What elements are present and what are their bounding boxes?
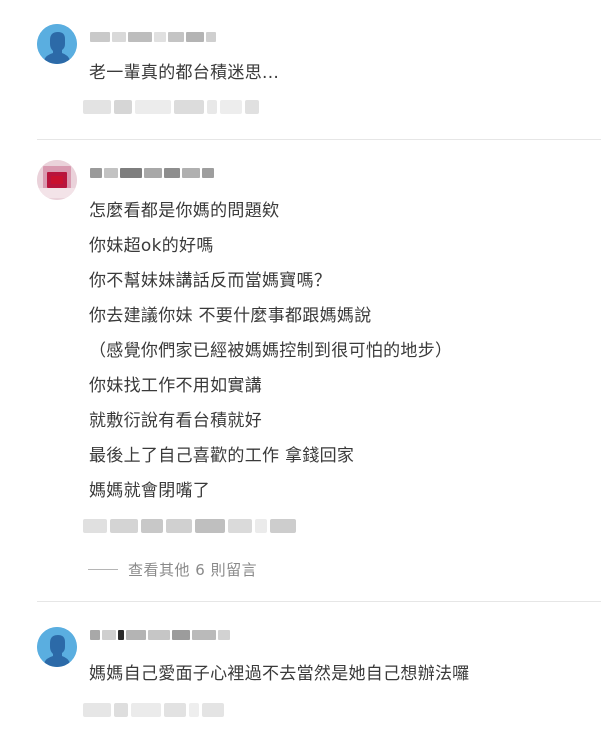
comment-text-line: 媽媽自己愛面子心裡過不去當然是她自己想辦法囉: [89, 664, 470, 684]
comment-divider: [37, 601, 601, 602]
comment-text-line: 就敷衍說有看台積就好: [89, 411, 262, 431]
comment-text-line: 你去建議你妹 不要什麼事都跟媽媽說: [89, 306, 372, 326]
user-avatar-icon[interactable]: [37, 627, 77, 667]
user-avatar-photo[interactable]: [37, 160, 77, 200]
blurred-username: [90, 628, 230, 642]
comment-text-line: 你不幫妹妹講話反而當媽寶嗎？: [89, 271, 332, 291]
comment-text-line: （感覺你們家已經被媽媽控制到很可怕的地步）: [89, 341, 453, 361]
view-more-replies-link[interactable]: 查看其他 6 則留言: [88, 558, 257, 580]
comment-text-line: 媽媽就會閉嘴了: [89, 481, 211, 501]
comment-text-line: 你妹超ok的好嗎: [89, 236, 214, 256]
comment-text-line: 怎麼看都是你媽的問題欸: [89, 201, 280, 221]
blurred-username: [90, 30, 216, 44]
user-avatar-icon[interactable]: [37, 24, 77, 64]
more-replies-dash: [88, 568, 118, 570]
comment-text-line: 最後上了自己喜歡的工作 拿錢回家: [89, 446, 355, 466]
comment-divider: [37, 139, 601, 140]
comment-text-line: 你妹找工作不用如實講: [89, 376, 262, 396]
more-replies-label[interactable]: 查看其他 6 則留言: [128, 559, 257, 580]
blurred-comment-meta: [83, 97, 259, 117]
blurred-comment-meta: [83, 700, 224, 720]
blurred-username: [90, 166, 214, 180]
blurred-comment-meta: [83, 516, 296, 536]
comment-text-line: 老一輩真的都台積迷思...: [89, 63, 280, 83]
